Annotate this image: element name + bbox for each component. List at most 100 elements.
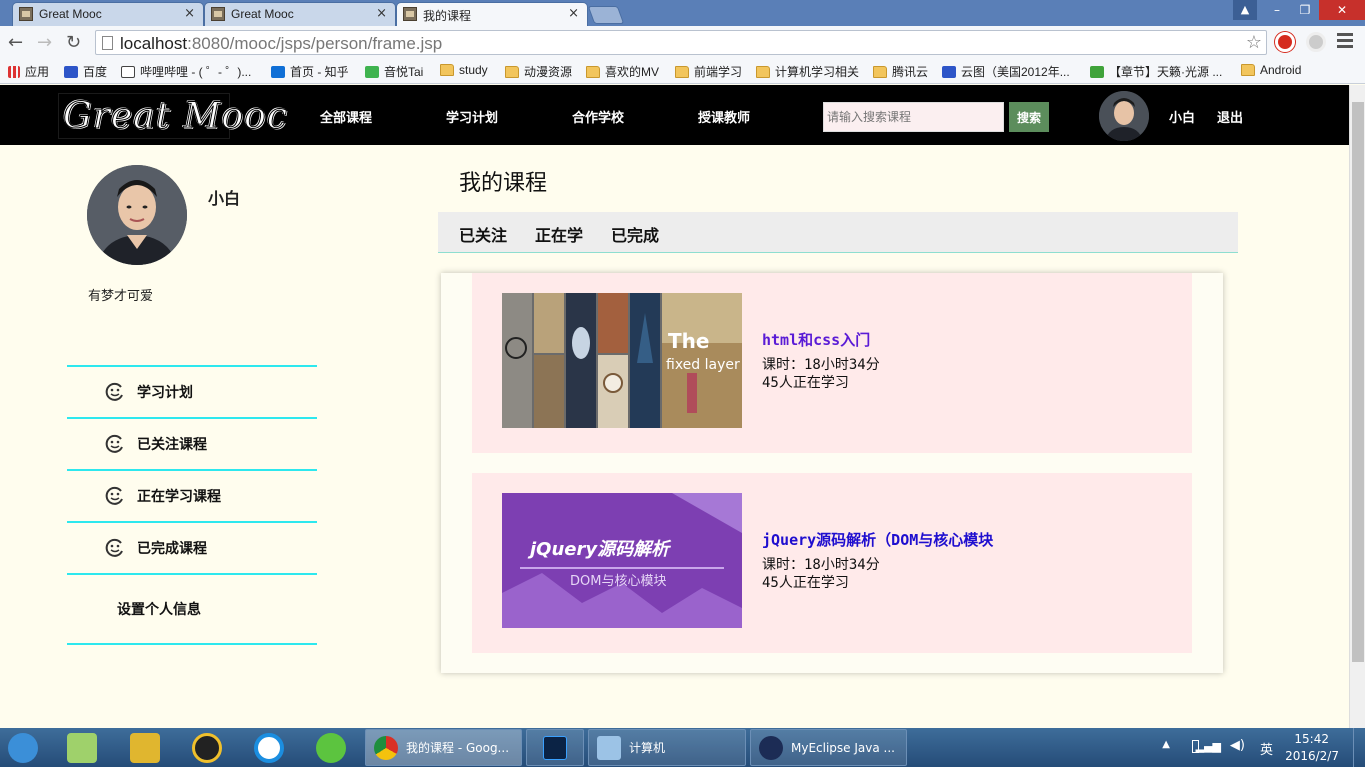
signal-icon[interactable]: ▂▄▆: [1196, 740, 1221, 753]
tab-close-icon[interactable]: ×: [184, 6, 195, 21]
chrome-menu-icon[interactable]: [1337, 33, 1353, 49]
tab-close-icon[interactable]: ×: [376, 6, 387, 21]
bookmark-zhihu[interactable]: 首页 - 知乎: [271, 63, 349, 80]
photo-app-icon[interactable]: [67, 733, 97, 763]
thumb-text: DOM与核心模块: [570, 574, 666, 589]
green-arrow-icon[interactable]: [316, 733, 346, 763]
zhihu-icon: [271, 65, 285, 78]
course-tabs: 已关注 正在学 已完成: [438, 212, 1238, 253]
bookmark-star-icon[interactable]: ☆: [1246, 32, 1262, 53]
address-bar[interactable]: localhost:8080/mooc/jsps/person/frame.js…: [95, 30, 1267, 55]
clock-time[interactable]: 15:42: [1294, 732, 1329, 746]
bird-app-icon[interactable]: [130, 733, 160, 763]
bookmark-apps[interactable]: 应用: [8, 63, 49, 80]
start-app-icon[interactable]: [8, 733, 38, 763]
clock-date[interactable]: 2016/2/7: [1285, 749, 1339, 763]
bookmark-android[interactable]: Android: [1241, 63, 1301, 77]
page-scrollbar[interactable]: [1349, 85, 1365, 728]
close-window-icon[interactable]: ✕: [1319, 0, 1365, 20]
page-icon: [102, 36, 113, 50]
thumb-text: The: [668, 329, 709, 353]
smiley-icon: [105, 538, 123, 557]
sidebar-item-completed[interactable]: 已完成课程: [67, 521, 317, 573]
browser-tabstrip: Great Mooc × Great Mooc × 我的课程 × ▲ – ❐ ✕: [0, 0, 1365, 26]
photoshop-icon: [543, 735, 567, 760]
back-arrow-icon[interactable]: ←: [8, 32, 23, 53]
course-thumbnail[interactable]: The fixed layer: [502, 293, 742, 428]
nav-all-courses[interactable]: 全部课程: [320, 107, 372, 126]
sidebar-item-label: 已关注课程: [137, 437, 207, 453]
volume-icon[interactable]: ◀): [1230, 738, 1245, 753]
new-tab-button[interactable]: [587, 6, 625, 24]
tab-followed[interactable]: 已关注: [459, 222, 507, 246]
tv-icon: [121, 65, 135, 78]
bookmark-yinyuetai[interactable]: 音悦Tai: [365, 63, 423, 80]
tray-expand-icon[interactable]: ▲: [1162, 739, 1170, 750]
bookmark-baidu[interactable]: 百度: [64, 63, 107, 80]
smiley-icon: [105, 486, 123, 505]
extension-power-icon[interactable]: [1275, 32, 1295, 52]
ime-indicator[interactable]: 英: [1260, 739, 1273, 758]
logout-link[interactable]: 退出: [1217, 107, 1243, 126]
header-avatar[interactable]: [1099, 91, 1149, 141]
extension-gray-icon[interactable]: [1306, 32, 1326, 52]
tab-completed[interactable]: 已完成: [611, 222, 659, 246]
bookmark-tencent-cloud[interactable]: 腾讯云: [873, 63, 928, 80]
header-username[interactable]: 小白: [1169, 107, 1195, 126]
forward-arrow-icon[interactable]: →: [37, 32, 52, 53]
minimize-icon[interactable]: –: [1263, 0, 1291, 20]
bookmark-bilibili[interactable]: 哔哩哔哩 - ( ゜- ゜)...: [121, 63, 251, 80]
bookmark-mv[interactable]: 喜欢的MV: [586, 63, 659, 80]
course-card[interactable]: The fixed layer html和css入门 课时：18小时34分 45…: [472, 273, 1192, 453]
nav-study-plan[interactable]: 学习计划: [446, 107, 498, 126]
yinyuetai-icon: [365, 65, 379, 78]
show-desktop-button[interactable]: [1353, 728, 1365, 767]
user-profile-icon[interactable]: ▲: [1233, 0, 1257, 20]
course-list: The fixed layer html和css入门 课时：18小时34分 45…: [441, 273, 1223, 673]
bookmark-cs[interactable]: 计算机学习相关: [756, 63, 859, 80]
search-input[interactable]: [823, 102, 1004, 132]
nav-teachers[interactable]: 授课教师: [698, 107, 750, 126]
nav-partner-schools[interactable]: 合作学校: [572, 107, 624, 126]
browser-tab-3[interactable]: 我的课程 ×: [396, 2, 588, 26]
course-name-link[interactable]: jQuery源码解析（DOM与核心模块: [762, 529, 993, 550]
course-thumbnail[interactable]: jQuery源码解析 DOM与核心模块: [502, 493, 742, 628]
baidu-paw-icon: [64, 65, 78, 78]
taskbar-chrome[interactable]: 我的课程 - Goog...: [365, 729, 522, 766]
taskbar-photoshop[interactable]: [526, 729, 584, 766]
course-card[interactable]: jQuery源码解析 DOM与核心模块 jQuery源码解析（DOM与核心模块 …: [472, 473, 1192, 653]
search-button[interactable]: 搜索: [1009, 102, 1049, 132]
thumb-text: jQuery源码解析: [527, 539, 672, 560]
course-hours: 课时：18小时34分: [762, 357, 880, 373]
course-name-link[interactable]: html和css入门: [762, 329, 880, 350]
bookmark-cloud-atlas[interactable]: 云图（美国2012年...: [942, 63, 1070, 80]
site-logo[interactable]: Great Mooc: [58, 93, 288, 139]
sidebar-item-study-plan[interactable]: 学习计划: [67, 365, 317, 417]
folder-icon: [675, 65, 689, 78]
sidebar-item-learning[interactable]: 正在学习课程: [67, 469, 317, 521]
tab-close-icon[interactable]: ×: [568, 6, 579, 21]
computer-icon: [597, 735, 621, 760]
bookmark-novel[interactable]: 【章节】天籁·光源 ...: [1090, 63, 1222, 80]
tab-title: 我的课程: [423, 9, 472, 23]
restore-icon[interactable]: ❐: [1291, 0, 1319, 20]
browser-tab-2[interactable]: Great Mooc ×: [204, 2, 396, 26]
reload-icon[interactable]: ↻: [66, 32, 81, 53]
qq-icon[interactable]: [192, 733, 222, 763]
kugou-icon[interactable]: [254, 733, 284, 763]
bookmark-study[interactable]: study: [440, 63, 488, 77]
bookmark-anime[interactable]: 动漫资源: [505, 63, 572, 80]
scrollbar-thumb[interactable]: [1352, 102, 1364, 662]
course-learners: 45人正在学习: [762, 575, 849, 591]
profile-name: 小白: [208, 189, 241, 208]
smiley-icon: [105, 434, 123, 453]
bookmark-frontend[interactable]: 前端学习: [675, 63, 742, 80]
browser-tab-1[interactable]: Great Mooc ×: [12, 2, 204, 26]
tab-learning[interactable]: 正在学: [535, 222, 583, 246]
taskbar-myeclipse[interactable]: MyEclipse Java ...: [750, 729, 907, 766]
course-hours: 课时：18小时34分: [762, 557, 880, 573]
window-controls: ▲ – ❐ ✕: [1233, 0, 1365, 20]
sidebar-item-followed[interactable]: 已关注课程: [67, 417, 317, 469]
taskbar-computer[interactable]: 计算机: [588, 729, 746, 766]
sidebar-item-settings[interactable]: 设置个人信息: [67, 573, 317, 645]
